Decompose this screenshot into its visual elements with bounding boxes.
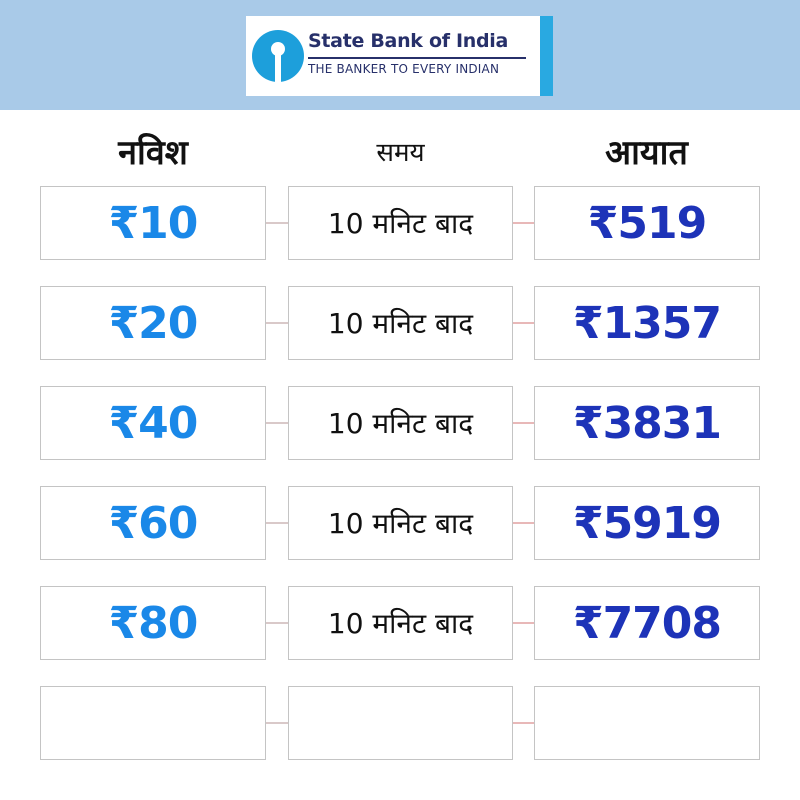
time-value: 10 मनिट बाद (327, 207, 474, 240)
table-row: ₹20 10 मनिट बाद ₹1357 (40, 286, 760, 360)
row-connector (513, 422, 535, 424)
time-cell (288, 686, 513, 760)
row-connector (513, 522, 535, 524)
invest-cell: ₹40 (40, 386, 266, 460)
return-cell: ₹3831 (534, 386, 760, 460)
return-amount: ₹3831 (572, 397, 722, 449)
invest-amount: ₹40 (108, 397, 199, 449)
return-cell: ₹7708 (534, 586, 760, 660)
time-cell: 10 मनिट बाद (288, 586, 513, 660)
row-connector (513, 222, 535, 224)
column-header-return: आयात (605, 133, 688, 173)
return-cell: ₹1357 (534, 286, 760, 360)
row-connector (266, 422, 288, 424)
time-cell: 10 मनिट बाद (288, 286, 513, 360)
time-value: 10 मनिट बाद (327, 507, 474, 540)
column-header-invest: नविश (118, 133, 188, 173)
row-connector (266, 622, 288, 624)
row-connector (513, 722, 535, 724)
return-amount: ₹1357 (572, 297, 722, 349)
row-connector (266, 222, 288, 224)
logo-divider (308, 57, 526, 59)
time-cell: 10 मनिट बाद (288, 186, 513, 260)
invest-cell: ₹20 (40, 286, 266, 360)
return-cell: ₹519 (534, 186, 760, 260)
sbi-logo: State Bank of India THE BANKER TO EVERY … (246, 16, 553, 96)
return-cell (534, 686, 760, 760)
table-row: ₹60 10 मनिट बाद ₹5919 (40, 486, 760, 560)
time-cell: 10 मनिट बाद (288, 386, 513, 460)
time-value: 10 मनिट बाद (327, 307, 474, 340)
row-connector (266, 522, 288, 524)
row-connector (513, 322, 535, 324)
table-row: ₹10 10 मनिट बाद ₹519 (40, 186, 760, 260)
invest-cell: ₹80 (40, 586, 266, 660)
time-value: 10 मनिट बाद (327, 407, 474, 440)
logo-accent-stripe (540, 16, 553, 96)
brand-name: State Bank of India (308, 30, 509, 52)
table-row: ₹80 10 मनिट बाद ₹7708 (40, 586, 760, 660)
invest-cell: ₹60 (40, 486, 266, 560)
table-row: ₹40 10 मनिट बाद ₹3831 (40, 386, 760, 460)
row-connector (266, 722, 288, 724)
invest-amount: ₹20 (108, 297, 199, 349)
invest-amount: ₹10 (108, 197, 199, 249)
row-connector (266, 322, 288, 324)
table-row (40, 686, 760, 760)
brand-tagline: THE BANKER TO EVERY INDIAN (308, 62, 500, 76)
return-amount: ₹7708 (572, 597, 722, 649)
invest-cell (40, 686, 266, 760)
invest-cell: ₹10 (40, 186, 266, 260)
time-value: 10 मनिट बाद (327, 607, 474, 640)
row-connector (513, 622, 535, 624)
return-amount: ₹5919 (572, 497, 722, 549)
column-header-time: समय (376, 138, 425, 168)
sbi-keyhole-icon (252, 30, 304, 82)
invest-amount: ₹80 (108, 597, 199, 649)
time-cell: 10 मनिट बाद (288, 486, 513, 560)
invest-amount: ₹60 (108, 497, 199, 549)
header-banner: State Bank of India THE BANKER TO EVERY … (0, 0, 800, 110)
return-amount: ₹519 (587, 197, 707, 249)
return-cell: ₹5919 (534, 486, 760, 560)
